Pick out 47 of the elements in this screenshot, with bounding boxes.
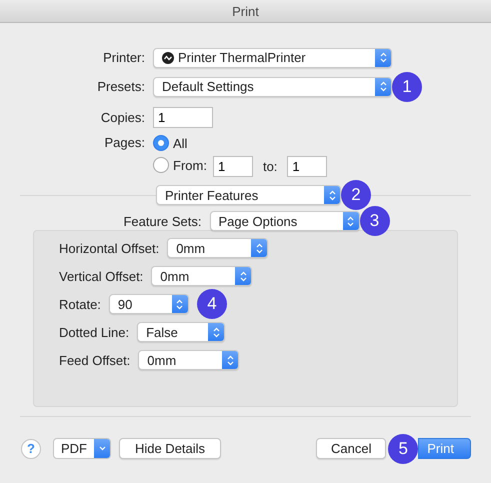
field-label: Pages: <box>104 134 145 150</box>
field-label: Vertical Offset: <box>59 268 144 284</box>
up-down-chevron-icon <box>328 190 336 200</box>
hide-details-button[interactable]: Hide Details <box>119 438 221 459</box>
up-down-chevron-icon <box>380 52 386 63</box>
popup-button[interactable]: Default Settings <box>153 76 392 96</box>
cancel-button[interactable]: Cancel <box>316 438 386 459</box>
up-down-chevron-icon <box>380 81 386 92</box>
popup-button[interactable]: Page Options <box>210 211 360 231</box>
up-down-chevron-icon <box>347 216 354 226</box>
field-label: Feed Offset: <box>59 352 130 368</box>
pdf-menu-button[interactable]: PDF <box>53 438 111 459</box>
popup-button[interactable]: Printer Features <box>156 185 341 205</box>
callout-badge: 4 <box>196 289 227 319</box>
popup-button[interactable]: Printer ThermalPrinter <box>153 48 392 68</box>
callout-badge: 5 <box>388 434 418 464</box>
radio-option[interactable]: From: <box>153 157 207 173</box>
chevron-down-icon <box>98 446 106 451</box>
popup-button[interactable]: 0mm <box>138 350 240 370</box>
radio-button[interactable] <box>153 135 169 151</box>
up-down-chevron-icon <box>176 298 184 310</box>
text-field[interactable]: 1 <box>212 156 253 177</box>
field-label: Dotted Line: <box>59 324 130 340</box>
popup-button[interactable]: False <box>137 322 226 342</box>
window-title: Print <box>232 4 259 18</box>
field-label: Printer: <box>102 50 145 65</box>
callout-badge: 3 <box>360 206 390 236</box>
callout-badge: 2 <box>341 180 371 210</box>
text-field[interactable]: 1 <box>153 107 213 128</box>
field-label: Rotate: <box>59 296 101 312</box>
up-down-chevron-icon <box>240 270 247 282</box>
printer-status-icon <box>162 52 174 64</box>
field-label: to: <box>262 159 278 174</box>
field-label: Feature Sets: <box>123 214 202 228</box>
popup-button[interactable]: 0mm <box>151 266 252 286</box>
popup-button[interactable]: 0mm <box>167 238 268 258</box>
field-label: Presets: <box>96 79 145 94</box>
field-label: Copies: <box>100 110 145 125</box>
field-label: Horizontal Offset: <box>59 240 160 256</box>
popup-button[interactable]: 90 <box>108 294 189 314</box>
radio-option[interactable]: All <box>153 135 188 151</box>
radio-button[interactable] <box>153 157 169 173</box>
up-down-chevron-icon <box>226 354 234 366</box>
up-down-chevron-icon <box>256 242 263 254</box>
text-field[interactable]: 1 <box>287 156 328 177</box>
callout-badge: 1 <box>392 72 422 102</box>
up-down-chevron-icon <box>212 326 220 338</box>
